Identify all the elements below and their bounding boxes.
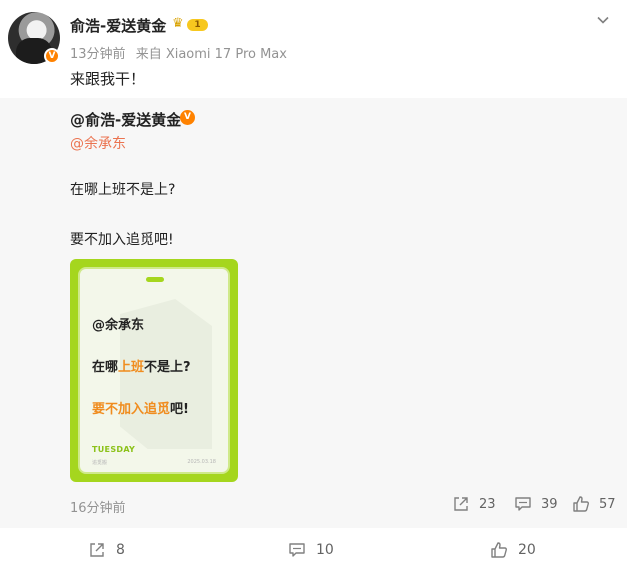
post-username[interactable]: 俞浩-爱送黄金 (70, 15, 166, 36)
card-sub: 追觅搬 (92, 460, 108, 466)
repost-mention[interactable]: @余承东 (70, 133, 126, 153)
rank-badge[interactable]: ♛ 1 (172, 17, 208, 32)
chevron-down-icon[interactable] (595, 12, 611, 28)
post-header: V 俞浩-爱送黄金 ♛ 1 13分钟前 来自 Xiaomi 17 Pro Max… (0, 0, 627, 98)
verified-badge-icon: V (44, 48, 60, 64)
repost-like-button[interactable]: 57 (572, 494, 616, 514)
share-icon (454, 497, 468, 511)
repost-time[interactable]: 16分钟前 (70, 497, 126, 516)
post-meta: 13分钟前 来自 Xiaomi 17 Pro Max (70, 43, 287, 62)
thumbs-up-icon (573, 496, 589, 512)
crown-icon: ♛ (172, 16, 184, 31)
repost-like-count: 57 (599, 496, 616, 512)
card-line-1-post: 不是上? (144, 360, 191, 375)
repost-comment-count: 39 (541, 496, 558, 512)
card-line-2: 要不加入追觅吧! (92, 398, 189, 417)
repost-count: 8 (116, 542, 125, 558)
card-date: 2025.03.18 (187, 459, 216, 465)
repost-comment-button[interactable]: 39 (514, 494, 558, 514)
comment-icon (289, 543, 305, 557)
original-username[interactable]: @俞浩-爱送黄金 (70, 109, 181, 130)
post-time[interactable]: 13分钟前 (70, 47, 126, 62)
comment-icon (515, 497, 531, 511)
repost-container: @俞浩-爱送黄金 V @余承东 在哪上班不是上? 要不加入追觅吧! @余承东 在… (0, 98, 627, 528)
like-count: 20 (518, 542, 536, 558)
card-line-2-highlight: 要不加入追觅 (92, 402, 171, 417)
card-day: TUESDAY (92, 445, 136, 454)
thumbs-up-icon (491, 542, 507, 558)
original-verified-icon: V (180, 110, 195, 125)
post-text: 来跟我干！ (70, 70, 146, 88)
image-card-inner: @余承东 在哪上班不是上? 要不加入追觅吧! TUESDAY 追觅搬 2025.… (78, 267, 230, 474)
post-source: 来自 Xiaomi 17 Pro Max (135, 47, 287, 62)
repost-repost-count: 23 (479, 496, 496, 512)
repost-repost-button[interactable]: 23 (452, 494, 496, 514)
card-hole (146, 277, 164, 282)
repost-button[interactable]: 8 (88, 540, 125, 560)
card-line-1: 在哪上班不是上? (92, 356, 191, 375)
comment-count: 10 (316, 542, 334, 558)
rank-level: 1 (187, 19, 208, 31)
like-button[interactable]: 20 (490, 540, 536, 560)
card-line-1-highlight: 上班 (118, 360, 145, 375)
card-mention: @余承东 (92, 318, 145, 333)
repost-line-2: 要不加入追觅吧! (70, 232, 174, 248)
post-image[interactable]: @余承东 在哪上班不是上? 要不加入追觅吧! TUESDAY 追觅搬 2025.… (70, 259, 238, 482)
card-line-2-post: 吧! (170, 402, 189, 417)
action-bar: 8 10 20 (0, 528, 627, 568)
comment-button[interactable]: 10 (288, 540, 334, 560)
repost-line-1: 在哪上班不是上? (70, 182, 176, 198)
share-icon (90, 543, 104, 557)
card-line-1-pre: 在哪 (92, 360, 119, 375)
